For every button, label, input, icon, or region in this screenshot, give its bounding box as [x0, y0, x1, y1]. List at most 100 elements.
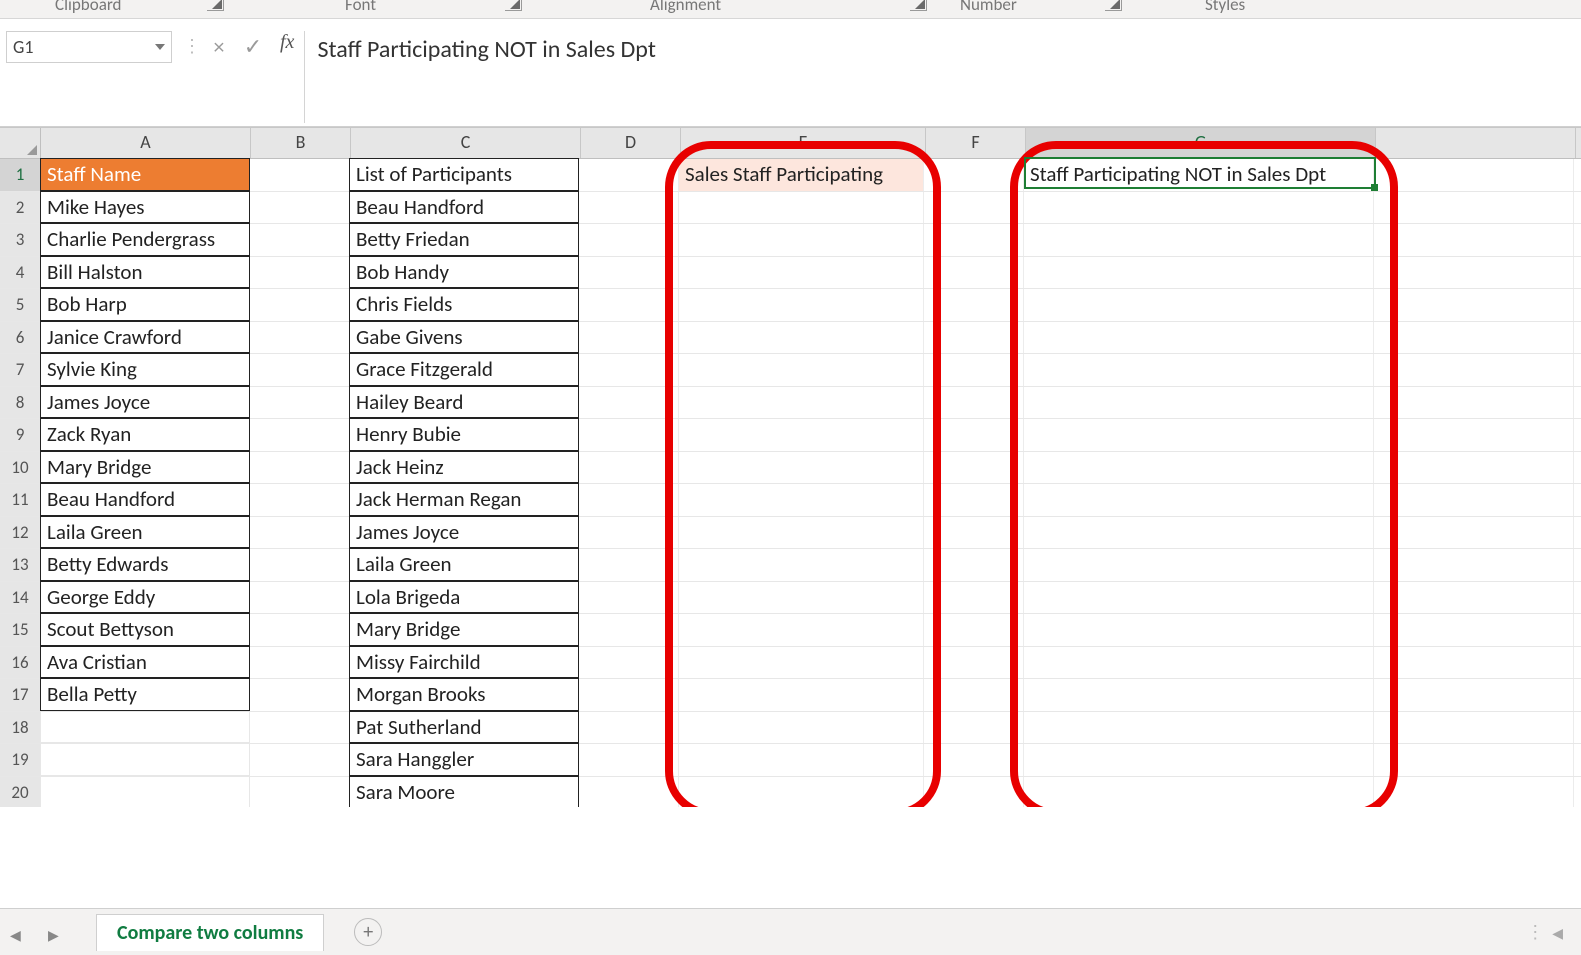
- cell-C17[interactable]: Morgan Brooks: [349, 678, 579, 711]
- cell-A17[interactable]: Bella Petty: [40, 678, 250, 711]
- cell-A10[interactable]: Mary Bridge: [40, 451, 250, 484]
- cell-C12[interactable]: James Joyce: [349, 516, 579, 549]
- ribbon-group-styles: Styles: [1205, 0, 1245, 15]
- cell-A9[interactable]: Zack Ryan: [40, 418, 250, 451]
- row-header-7[interactable]: 7: [0, 354, 41, 386]
- cell-C13[interactable]: Laila Green: [349, 548, 579, 581]
- fx-icon[interactable]: fx: [280, 31, 294, 54]
- cell-A5[interactable]: Bob Harp: [40, 288, 250, 321]
- row-header-13[interactable]: 13: [0, 549, 41, 581]
- sheet-tab-bar: Compare two columns ⋮: [0, 908, 1581, 955]
- cell-A16[interactable]: Ava Cristian: [40, 646, 250, 679]
- col-header-A[interactable]: A: [41, 128, 251, 158]
- col-header-C[interactable]: C: [351, 128, 581, 158]
- cell-C1[interactable]: List of Participants: [349, 158, 579, 191]
- row-header-2[interactable]: 2: [0, 192, 41, 224]
- column-headers: A B C D E F G: [0, 127, 1581, 159]
- cell-C7[interactable]: Grace Fitzgerald: [349, 353, 579, 386]
- cell-D1[interactable]: [579, 159, 679, 191]
- row-header-4[interactable]: 4: [0, 257, 41, 289]
- row-header-20[interactable]: 20: [0, 777, 41, 808]
- row-7: 7Sylvie King Grace Fitzgerald: [0, 354, 1581, 387]
- cell-C6[interactable]: Gabe Givens: [349, 321, 579, 354]
- formula-bar: G1 ⋮ × fx Staff Participating NOT in Sal…: [0, 18, 1581, 127]
- row-18: 18 Pat Sutherland: [0, 712, 1581, 745]
- row-16: 16Ava Cristian Missy Fairchild: [0, 647, 1581, 680]
- cell-A6[interactable]: Janice Crawford: [40, 321, 250, 354]
- row-header-11[interactable]: 11: [0, 484, 41, 516]
- cell-C15[interactable]: Mary Bridge: [349, 613, 579, 646]
- col-header-H[interactable]: [1376, 128, 1576, 158]
- row-header-18[interactable]: 18: [0, 712, 41, 744]
- cell-A11[interactable]: Beau Handford: [40, 483, 250, 516]
- cell-C10[interactable]: Jack Heinz: [349, 451, 579, 484]
- cell-B1[interactable]: [250, 159, 350, 191]
- add-sheet-button[interactable]: [354, 918, 382, 946]
- row-header-14[interactable]: 14: [0, 582, 41, 614]
- number-launcher-icon[interactable]: [1105, 0, 1122, 11]
- cancel-icon[interactable]: ×: [202, 31, 236, 61]
- cell-C4[interactable]: Bob Handy: [349, 256, 579, 289]
- name-box[interactable]: G1: [6, 31, 172, 63]
- row-header-16[interactable]: 16: [0, 647, 41, 679]
- tab-nav-left-icon[interactable]: [10, 923, 28, 941]
- cell-C20[interactable]: Sara Moore: [349, 776, 579, 808]
- row-6: 6Janice Crawford Gabe Givens: [0, 322, 1581, 355]
- cell-A14[interactable]: George Eddy: [40, 581, 250, 614]
- cell-F1[interactable]: [924, 159, 1024, 191]
- alignment-launcher-icon[interactable]: [910, 0, 927, 11]
- cell-C3[interactable]: Betty Friedan: [349, 223, 579, 256]
- col-header-E[interactable]: E: [681, 128, 926, 158]
- row-header-15[interactable]: 15: [0, 614, 41, 646]
- enter-icon[interactable]: [236, 31, 270, 61]
- cell-C9[interactable]: Henry Bubie: [349, 418, 579, 451]
- cell-C16[interactable]: Missy Fairchild: [349, 646, 579, 679]
- row-header-12[interactable]: 12: [0, 517, 41, 549]
- row-header-17[interactable]: 17: [0, 679, 41, 711]
- row-5: 5Bob Harp Chris Fields: [0, 289, 1581, 322]
- cell-A4[interactable]: Bill Halston: [40, 256, 250, 289]
- row-8: 8James Joyce Hailey Beard: [0, 387, 1581, 420]
- sheet-tab-active[interactable]: Compare two columns: [96, 914, 324, 951]
- cell-A8[interactable]: James Joyce: [40, 386, 250, 419]
- row-header-8[interactable]: 8: [0, 387, 41, 419]
- tab-nav-right-icon[interactable]: [48, 923, 66, 941]
- col-header-F[interactable]: F: [926, 128, 1026, 158]
- row-header-6[interactable]: 6: [0, 322, 41, 354]
- row-header-1[interactable]: 1: [0, 159, 41, 191]
- ribbon-group-clipboard: Clipboard: [55, 0, 121, 15]
- cell-C14[interactable]: Lola Brigeda: [349, 581, 579, 614]
- cell-A2[interactable]: Mike Hayes: [40, 191, 250, 224]
- cell-C19[interactable]: Sara Hanggler: [349, 743, 579, 776]
- cell-A3[interactable]: Charlie Pendergrass: [40, 223, 250, 256]
- formula-input[interactable]: Staff Participating NOT in Sales Dpt: [304, 31, 1581, 123]
- select-all-triangle[interactable]: [0, 128, 41, 158]
- cell-G1[interactable]: Staff Participating NOT in Sales Dpt: [1024, 159, 1374, 191]
- cell-C8[interactable]: Hailey Beard: [349, 386, 579, 419]
- row-9: 9Zack Ryan Henry Bubie: [0, 419, 1581, 452]
- cell-C18[interactable]: Pat Sutherland: [349, 711, 579, 744]
- row-header-19[interactable]: 19: [0, 744, 41, 776]
- col-header-D[interactable]: D: [581, 128, 681, 158]
- clipboard-launcher-icon[interactable]: [207, 0, 224, 11]
- cell-C11[interactable]: Jack Herman Regan: [349, 483, 579, 516]
- row-header-10[interactable]: 10: [0, 452, 41, 484]
- row-17: 17Bella Petty Morgan Brooks: [0, 679, 1581, 712]
- cell-A13[interactable]: Betty Edwards: [40, 548, 250, 581]
- row-header-3[interactable]: 3: [0, 224, 41, 256]
- row-12: 12Laila Green James Joyce: [0, 517, 1581, 550]
- col-header-B[interactable]: B: [251, 128, 351, 158]
- cell-C2[interactable]: Beau Handford: [349, 191, 579, 224]
- row-header-5[interactable]: 5: [0, 289, 41, 321]
- font-launcher-icon[interactable]: [505, 0, 522, 11]
- cell-H1[interactable]: [1374, 159, 1574, 191]
- cell-A12[interactable]: Laila Green: [40, 516, 250, 549]
- cell-C5[interactable]: Chris Fields: [349, 288, 579, 321]
- cell-A15[interactable]: Scout Bettyson: [40, 613, 250, 646]
- row-header-9[interactable]: 9: [0, 419, 41, 451]
- col-header-G[interactable]: G: [1026, 128, 1376, 158]
- horizontal-scroll-hint[interactable]: ⋮: [1526, 921, 1563, 943]
- cell-E1[interactable]: Sales Staff Participating: [679, 159, 924, 191]
- cell-A7[interactable]: Sylvie King: [40, 353, 250, 386]
- cell-A1[interactable]: Staff Name: [40, 158, 250, 191]
